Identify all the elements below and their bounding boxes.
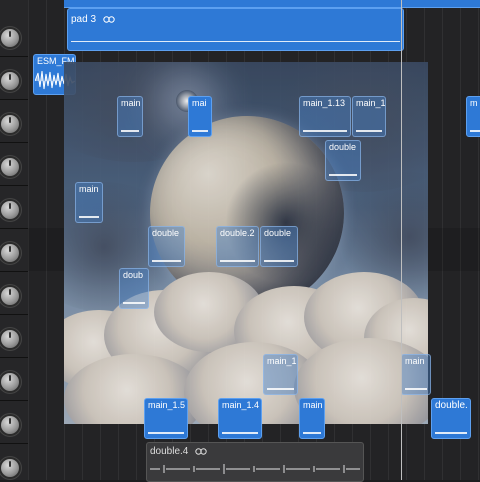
divider	[0, 314, 28, 315]
region-name: main	[121, 98, 141, 108]
region-m[interactable]: m	[466, 96, 480, 137]
region-main-1[interactable]: main_1	[263, 354, 298, 395]
playhead[interactable]	[401, 0, 402, 480]
volume-knob[interactable]	[1, 416, 19, 434]
region-name: double	[152, 228, 180, 238]
region-name: doub	[123, 270, 144, 280]
waveform	[405, 388, 427, 390]
region-main-1-5[interactable]: main_1.5	[144, 398, 188, 439]
region-double-2[interactable]: double.2	[216, 226, 259, 267]
region-name: main	[79, 184, 99, 194]
region-name: main	[405, 356, 425, 366]
waveform	[264, 260, 294, 262]
volume-knob[interactable]	[1, 72, 19, 90]
waveform	[435, 432, 467, 434]
divider	[0, 142, 28, 143]
region-mai[interactable]: mai	[188, 96, 212, 137]
waveform	[470, 130, 480, 132]
divider	[0, 357, 28, 358]
region-name: double.2	[220, 228, 255, 238]
region-label: pad 3	[71, 14, 115, 25]
waveform	[150, 464, 360, 474]
track-headers	[0, 0, 29, 480]
loop-icon	[103, 16, 115, 23]
volume-knob[interactable]	[1, 330, 19, 348]
region-name: double	[264, 228, 292, 238]
region-name: m	[470, 98, 478, 108]
region-double[interactable]: double	[325, 140, 361, 181]
region-name: main_1.13	[303, 98, 346, 108]
volume-knob[interactable]	[1, 244, 19, 262]
waveform	[356, 130, 382, 132]
waveform	[123, 302, 145, 304]
region-name: double.	[435, 400, 468, 411]
region-name: mai	[192, 98, 207, 108]
volume-knob[interactable]	[1, 459, 19, 477]
region-main-1-13[interactable]: main_1.13	[299, 96, 351, 137]
region-double-4[interactable]: double.4	[146, 442, 364, 482]
region-double-dot[interactable]: double.	[431, 398, 471, 439]
divider	[0, 185, 28, 186]
waveform	[220, 260, 255, 262]
region-name: main_1	[267, 356, 297, 366]
region-name: double	[329, 142, 357, 152]
region-main[interactable]: main	[401, 354, 431, 395]
region-name: main	[303, 400, 323, 410]
region-double[interactable]: double	[148, 226, 185, 267]
waveform	[121, 130, 139, 132]
region-main[interactable]: main	[117, 96, 143, 137]
region-strip-top[interactable]	[64, 0, 480, 8]
region-doub[interactable]: doub	[119, 268, 149, 309]
divider	[0, 271, 28, 272]
region-pad-3[interactable]: pad 3	[67, 8, 404, 51]
waveform	[71, 41, 400, 42]
region-name: main_1.4	[222, 400, 260, 410]
waveform	[222, 432, 258, 434]
waveform	[192, 130, 208, 132]
volume-knob[interactable]	[1, 287, 19, 305]
waveform	[303, 130, 347, 132]
volume-knob[interactable]	[1, 158, 19, 176]
region-name: pad 3	[71, 14, 97, 25]
volume-knob[interactable]	[1, 115, 19, 133]
region-main[interactable]: main	[299, 398, 325, 439]
region-name: double.4	[150, 446, 189, 457]
region-double[interactable]: double	[260, 226, 298, 267]
waveform	[79, 216, 99, 218]
volume-knob[interactable]	[1, 201, 19, 219]
waveform	[303, 432, 321, 434]
waveform	[267, 388, 294, 390]
volume-knob[interactable]	[1, 373, 19, 391]
region-name: main_1.5	[148, 400, 186, 410]
divider	[0, 228, 28, 229]
volume-knob[interactable]	[1, 29, 19, 47]
region-label: double.4	[150, 446, 207, 457]
waveform	[152, 260, 181, 262]
region-name: main_1	[356, 98, 386, 108]
waveform	[148, 432, 184, 434]
region-main-1[interactable]: main_1	[352, 96, 386, 137]
divider	[0, 56, 28, 57]
loop-icon	[195, 448, 207, 455]
divider	[0, 400, 28, 401]
waveform	[329, 174, 357, 176]
region-main-1-4[interactable]: main_1.4	[218, 398, 262, 439]
divider	[0, 443, 28, 444]
divider	[0, 99, 28, 100]
region-main[interactable]: main	[75, 182, 103, 223]
